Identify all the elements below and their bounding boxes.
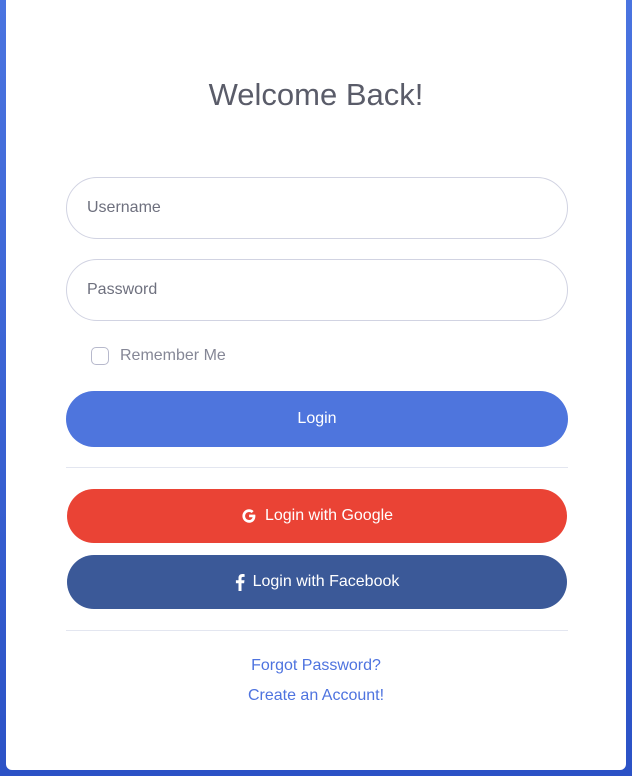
login-button[interactable]: Login: [66, 391, 568, 447]
forgot-password-link[interactable]: Forgot Password?: [6, 657, 626, 675]
google-icon: [241, 508, 257, 524]
facebook-icon: [235, 573, 245, 591]
remember-me-row[interactable]: Remember Me: [91, 346, 226, 366]
login-with-facebook-label: Login with Facebook: [252, 573, 400, 590]
login-button-label: Login: [297, 410, 337, 427]
page-title: Welcome Back!: [208, 76, 424, 112]
remember-me-checkbox[interactable]: [91, 347, 109, 365]
login-with-google-button[interactable]: Login with Google: [67, 489, 567, 543]
login-with-google-label: Login with Google: [264, 507, 394, 524]
divider: [66, 467, 568, 468]
create-account-link[interactable]: Create an Account!: [6, 687, 626, 705]
login-with-facebook-button[interactable]: Login with Facebook: [67, 555, 567, 609]
username-input[interactable]: [66, 177, 568, 239]
password-input[interactable]: [66, 259, 568, 321]
login-card: Welcome Back! Remember Me Login Login wi…: [6, 0, 626, 770]
divider: [66, 630, 568, 631]
remember-me-label: Remember Me: [120, 347, 226, 364]
